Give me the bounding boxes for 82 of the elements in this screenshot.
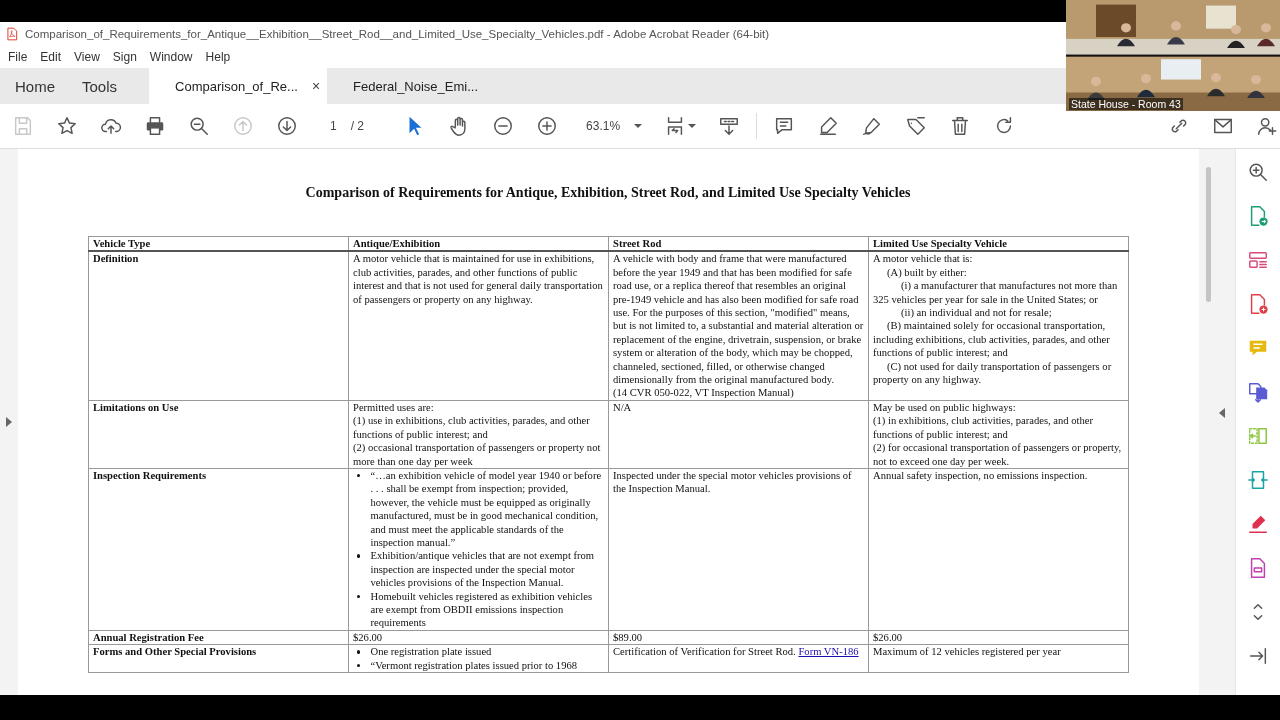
cell-text: Inspected under the special motor vehicles provisions of the Inspection Manual. <box>613 468 853 496</box>
zoom-search-icon[interactable] <box>188 115 210 137</box>
cell-text: $89.00 <box>613 630 644 645</box>
cell-text: A motor vehicle that is maintained for use in exhibitions, club activities, parades, and other functions of public interest and that is not used for general daily transportation of passengers or property on any highway. <box>353 252 604 307</box>
bullet-icon <box>357 554 361 558</box>
menu-item[interactable]: Window <box>149 50 193 64</box>
bullet-icon <box>357 594 361 599</box>
cell-text: (2) for occasional transportation of passengers or property, not to exceed one day per week. <box>873 441 1123 468</box>
bullet-icon <box>357 650 361 654</box>
page-layout-icon[interactable] <box>1247 249 1269 271</box>
form-link[interactable]: Form VN-186 <box>798 646 859 658</box>
menu-item[interactable]: Edit <box>40 50 62 64</box>
cell-text: (ii) an individual and not for resale; <box>900 306 1053 320</box>
tab[interactable]: Home <box>0 68 67 104</box>
video-caption: State House - Room 43 <box>1069 98 1183 110</box>
exit-panel-icon[interactable] <box>1247 645 1269 667</box>
fill-sign-icon[interactable] <box>1247 513 1269 535</box>
document-title: Comparison of Requirements for Antique, Exhibition, Street Rod, and Limited Use Specialty Vehicles <box>304 185 912 201</box>
tab[interactable]: Comparison_of_Re... × <box>149 68 328 104</box>
menu-item[interactable]: View <box>74 50 100 64</box>
compress-pdf-icon[interactable] <box>1247 469 1269 491</box>
caret-icon[interactable] <box>688 124 697 128</box>
row-header: Definition <box>93 252 140 266</box>
zoom-dropdown[interactable]: 63.1% <box>586 119 643 133</box>
zoom-search-icon[interactable] <box>1247 161 1269 183</box>
next-page-icon[interactable] <box>276 115 298 137</box>
tag-edit-icon[interactable] <box>905 115 928 137</box>
cell-text: “Vermont registration plates issued prior to 1968 <box>370 658 579 672</box>
cell-text: “…an exhibition vehicle of model year 1940 or before . . . shall be exempt from inspection; provided, however, the vehicle must be equipped as originally manufactured, must be in good mechanical condition, and must meet the applicable standards of the inspection manual.” <box>370 468 603 550</box>
combine-files-icon[interactable] <box>1247 381 1269 403</box>
star-icon[interactable] <box>56 115 78 137</box>
cell-text: (i) a manufacturer that manufactures not more than 325 vehicles per year for sale in the United States; or <box>873 279 1119 307</box>
close-tab-button[interactable]: × <box>311 78 321 94</box>
cell-text: $26.00 <box>353 630 384 645</box>
cell-text: (1) in exhibitions, club activities, parades, and other functions of public interest; and <box>873 414 1095 442</box>
cell-text: $26.00 <box>873 630 904 645</box>
cell-text: Exhibition/antique vehicles that are not exempt from inspection are inspected under the special motor vehicles provisions of the Inspection Manual. <box>370 549 596 590</box>
page-number-field[interactable]: 1 <box>330 119 337 133</box>
cell-text: A motor vehicle that is: <box>873 252 974 266</box>
pdf-file-icon[interactable] <box>5 27 19 41</box>
collapse-panel-icon[interactable] <box>1219 408 1226 418</box>
cell-text: A vehicle with body and frame that were manufactured before the year 1949 and that has been modified for safe road use, or a replica thereof that resembles an original pre-1949 vehicle and has also been modified for safe road use. For the purposes of this section, "modified" means, but is not limited to, a substantial and material alteration or replacement of the engine, drivetrain, suspension, or brake system or alteration of the body, which may be chopped, channeled, sectioned, filled, or otherwise changed dimensionally from the original manufactured body. <box>613 252 864 387</box>
cell-text: Homebuilt vehicles registered as exhibition vehicles are exempt from OBDII emissions inspection requirements <box>370 589 593 630</box>
scroll-mode-icon[interactable] <box>718 115 741 137</box>
column-header: Antique/Exhibition <box>348 236 609 252</box>
row-header: Annual Registration Fee <box>93 630 205 645</box>
cell-text: Certification of Verification for Street Rod. <box>613 646 796 658</box>
row-header: Inspection Requirements <box>93 468 208 483</box>
row-header: Forms and Other Special Provisions <box>93 645 258 659</box>
zoom-in-icon[interactable] <box>536 115 559 137</box>
scrollbar-thumb[interactable] <box>1206 167 1212 302</box>
bullet-icon <box>357 473 361 478</box>
cell-text: (2) occasional transportation of passengers or property not more than one day per week <box>353 441 602 468</box>
cell-text: (C) not used for daily transportation of passengers or property on any highway. <box>873 359 1113 387</box>
highlighter-icon[interactable] <box>817 115 840 137</box>
row-header: Limitations on Use <box>93 400 180 415</box>
cell-text: Annual safety inspection, no emissions inspection. <box>873 468 1089 483</box>
tab[interactable]: Federal_Noise_Emi... <box>327 68 508 104</box>
menu-item[interactable]: Sign <box>112 50 137 64</box>
print-icon[interactable] <box>144 115 166 137</box>
cell-text: Maximum of 12 vehicles registered per year <box>873 645 1062 659</box>
caret-icon[interactable] <box>634 124 643 128</box>
cell-text: One registration plate issued <box>370 645 493 659</box>
cell-text: N/A <box>613 400 633 415</box>
cell-text: Permitted uses are: <box>353 400 435 415</box>
cell-text: (A) built by either: <box>886 265 968 280</box>
column-header: Limited Use Specialty Vehicle <box>868 236 1129 252</box>
expand-panel-icon[interactable] <box>6 417 12 427</box>
window-title: Comparison_of_Requirements_for_Antique__Exhibition__Street_Rod__and_Limited_Use_Specialty_Vehicles.pdf - Adobe Acrobat Reader (64-bit) <box>25 28 770 40</box>
bullet-icon <box>357 663 361 668</box>
tab[interactable]: Tools <box>67 68 130 104</box>
menu-item[interactable]: File <box>8 50 28 64</box>
add-user-icon[interactable] <box>1256 115 1278 137</box>
cell-text: May be used on public highways: <box>873 400 1017 415</box>
cell-text: (B) maintained solely for occasional transportation, including exhibitions, club activities, parades, and other functions of public interest; and <box>873 319 1111 360</box>
column-header: Vehicle Type <box>88 236 349 252</box>
menu-item[interactable]: Help <box>205 50 231 64</box>
cell-text: (1) use in exhibitions, club activities, parades, and other functions of public interest; and <box>353 414 591 442</box>
cell-text: (14 CVR 050-022, VT Inspection Manual) <box>613 386 795 400</box>
zoom-out-icon[interactable] <box>492 115 515 137</box>
column-header: Street Rod <box>608 236 869 252</box>
page-count: / 2 <box>350 119 365 133</box>
